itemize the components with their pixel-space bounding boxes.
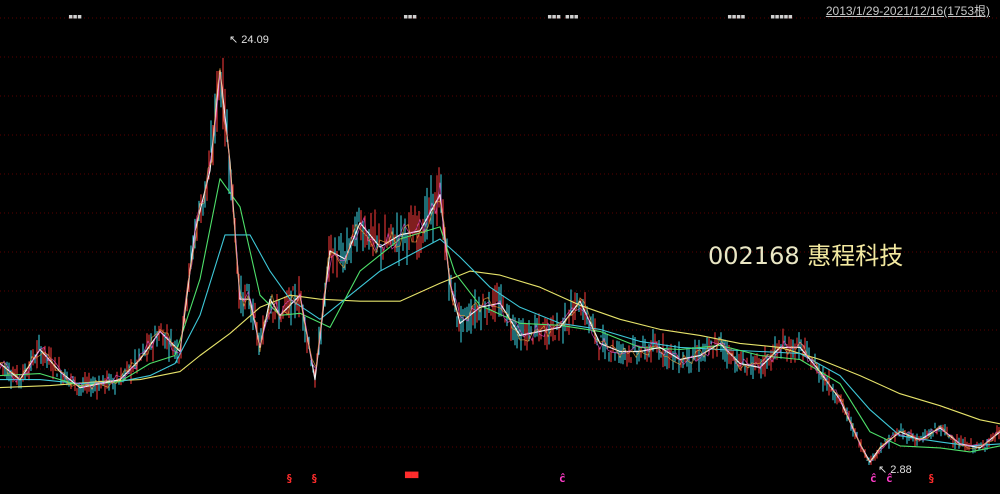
top-marker[interactable]: ▪▪▪ [68, 12, 82, 22]
top-marker[interactable]: ▪▪▪▪▪ [770, 12, 793, 22]
event-marker[interactable]: § [311, 472, 318, 485]
event-marker[interactable]: ĉ [559, 472, 566, 485]
event-marker[interactable]: ĉ [870, 472, 877, 485]
date-range-label[interactable]: 2013/1/29-2021/12/16(1753根) [826, 2, 990, 19]
stock-title: 002168 惠程科技 [708, 236, 903, 271]
event-marker[interactable]: § [928, 472, 935, 485]
high-value: 24.09 [241, 34, 269, 46]
series-line [0, 178, 1000, 453]
event-marker[interactable]: ĉ [886, 472, 893, 485]
event-marker[interactable]: § [286, 472, 293, 485]
top-marker[interactable]: ▪▪▪▪ [727, 12, 746, 22]
grid-lines [0, 17, 1000, 448]
stock-code: 002168 [708, 242, 800, 270]
top-marker[interactable]: ▪▪▪ [403, 12, 417, 22]
low-value: 2.88 [890, 464, 912, 476]
low-callout: ↖ 2.88 [878, 463, 912, 476]
event-marker[interactable]: ▀▀ [405, 472, 418, 485]
top-marker[interactable]: ▪▪▪ ▪▪▪ [547, 12, 579, 22]
high-callout: ↖ 24.09 [229, 33, 269, 46]
stock-name: 惠程科技 [807, 242, 904, 270]
arrow-up-left-icon: ↖ [229, 34, 239, 46]
stock-chart[interactable]: 2013/1/29-2021/12/16(1753根) 002168 惠程科技 … [0, 0, 1000, 489]
